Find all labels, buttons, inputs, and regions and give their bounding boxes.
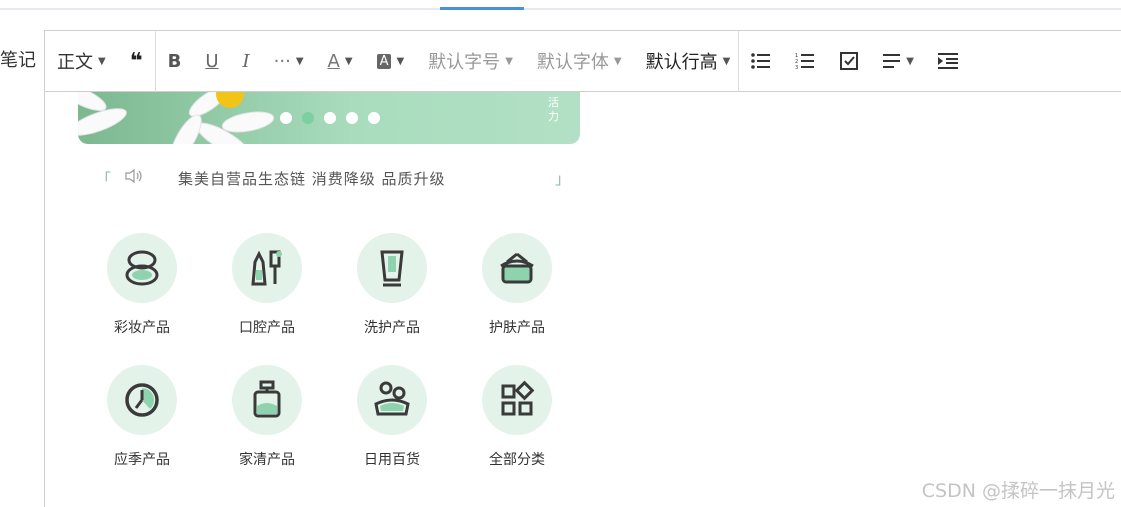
bottle-icon [232,365,302,435]
chevron-down-icon: ▼ [722,55,731,67]
category-label: 应季产品 [114,452,170,468]
toolbar-group-lists: 123 ▼ [739,31,970,91]
promo-banner-carousel[interactable]: 活力 [78,92,580,144]
cream-jar-icon [482,233,552,303]
category-label: 洗护产品 [364,320,420,336]
background-color-dropdown[interactable]: A ▼ [365,31,417,91]
notice-right-bracket: 」 [554,170,570,188]
bold-icon: B [167,50,182,72]
font-size-dropdown[interactable]: 默认字号 ▼ [416,31,525,91]
daisy-flower-image [78,92,275,144]
more-styles-dropdown[interactable]: ··· ▼ [262,31,316,91]
paragraph-style-label: 正文 [57,52,93,73]
compact-icon [107,233,177,303]
category-label: 护肤产品 [489,320,545,336]
underline-icon: U [205,50,219,72]
category-haircare[interactable]: 洗护产品 [352,233,432,337]
chevron-down-icon: ▼ [396,55,405,67]
chevron-down-icon: ▼ [613,55,622,67]
quote-icon: ❝ [129,48,143,74]
toothbrush-icon [232,233,302,303]
watermark-text: CSDN @揉碎一抹月光 [921,480,1115,502]
category-label: 日用百货 [364,452,420,468]
notice-bar: 「 集美自营品生态链 消费降级 品质升级 」 [96,168,570,192]
italic-icon: I [242,50,250,72]
notice-left-bracket: 「 [96,170,112,188]
font-family-label: 默认字体 [536,52,609,73]
align-left-icon [883,54,901,68]
category-grid-icon [482,365,552,435]
carousel-dot[interactable] [324,112,336,124]
bulleted-list-icon [751,53,771,69]
clock-icon [107,365,177,435]
background-color-icon: A [376,53,392,69]
svg-text:3: 3 [795,65,798,70]
bold-button[interactable]: B [156,31,194,91]
tube-icon [357,233,427,303]
category-household-cleaning[interactable]: 家清产品 [227,365,307,469]
chevron-down-icon: ▼ [505,55,513,67]
notice-text: 集美自营品生态链 消费降级 品质升级 [178,170,446,188]
carousel-dots [280,112,380,124]
active-tab-indicator [440,7,524,10]
chevron-down-icon: ▼ [344,55,353,67]
carousel-dot[interactable] [280,112,292,124]
chevron-down-icon: ▼ [906,55,914,67]
speaker-icon [124,168,144,188]
category-label: 全部分类 [489,452,545,468]
underline-button[interactable]: U [193,31,230,91]
indent-icon [938,53,958,69]
carousel-dot[interactable] [346,112,358,124]
carousel-dot[interactable] [368,112,380,124]
carousel-dot[interactable] [302,112,314,124]
basin-icon [357,365,427,435]
numbered-list-icon: 123 [795,53,815,70]
quote-button[interactable]: ❝ [118,31,155,91]
font-color-icon: A [327,50,340,72]
font-color-dropdown[interactable]: A ▼ [316,31,365,91]
numbered-list-button[interactable]: 123 [783,31,827,91]
banner-side-text: 活力 [548,96,559,123]
sidebar-partial-label[interactable]: 笔记 [0,46,36,72]
category-daily-goods[interactable]: 日用百货 [352,365,432,469]
chevron-down-icon: ▼ [98,55,106,67]
category-all[interactable]: 全部分类 [477,365,557,469]
category-seasonal[interactable]: 应季产品 [102,365,182,469]
category-label: 口腔产品 [239,320,295,336]
editor-left-border [44,30,45,507]
category-label: 彩妆产品 [114,320,170,336]
editor-toolbar: 正文 ▼ ❝ B U I ··· ▼ A ▼ A ▼ 默认字号 ▼ 默认字体 ▼ 默认行高 ▼… [45,30,1121,92]
toolbar-group-text: B U I ··· ▼ A ▼ A ▼ 默认字号 ▼ 默认字体 ▼ 默认行高 ▼ [156,31,739,91]
more-icon: ··· [273,50,291,72]
category-makeup[interactable]: 彩妆产品 [102,233,182,337]
checklist-button[interactable] [827,31,871,91]
font-family-dropdown[interactable]: 默认字体 ▼ [525,31,634,91]
indent-button[interactable] [926,31,970,91]
category-oral[interactable]: 口腔产品 [227,233,307,337]
line-height-label: 默认行高 [645,52,718,73]
line-height-dropdown[interactable]: 默认行高 ▼ [634,31,739,91]
align-dropdown[interactable]: ▼ [871,31,926,91]
font-size-label: 默认字号 [428,52,501,73]
italic-button[interactable]: I [231,31,262,91]
checkbox-icon [840,52,859,70]
paragraph-style-dropdown[interactable]: 正文 ▼ [45,31,118,91]
category-skincare[interactable]: 护肤产品 [477,233,557,337]
chevron-down-icon: ▼ [295,55,304,67]
toolbar-group-format: 正文 ▼ ❝ [45,31,155,91]
bulleted-list-button[interactable] [739,31,783,91]
top-divider [0,8,1121,10]
category-label: 家清产品 [239,452,295,468]
